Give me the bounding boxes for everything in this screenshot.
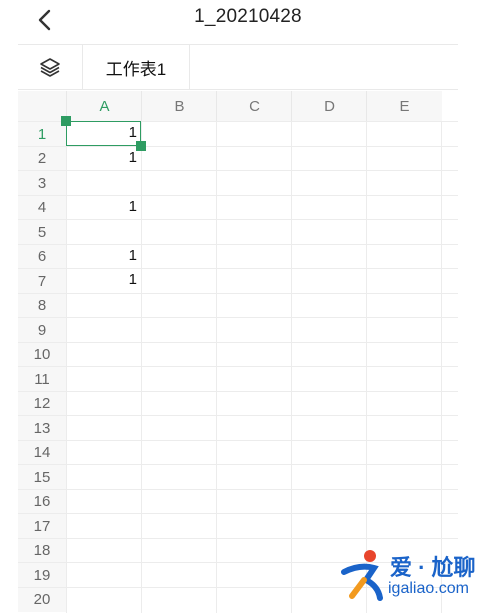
cell-a1[interactable]: 1 [66,121,141,145]
row-header[interactable]: 1 [18,121,66,146]
grid-line [66,390,458,392]
row-header[interactable]: 19 [18,562,66,587]
select-all-corner[interactable] [18,91,66,121]
row-header[interactable]: 12 [18,390,66,416]
cell-a7[interactable]: 1 [66,268,141,292]
column-header-c[interactable]: C [216,91,292,121]
column-header-b[interactable]: B [141,91,217,121]
tab-sheet1[interactable]: 工作表1 [83,45,190,89]
grid-line [66,366,458,367]
row-header[interactable]: 17 [18,513,66,538]
grid-line [66,292,458,294]
row-header[interactable]: 11 [18,366,66,391]
layers-icon [40,58,60,77]
row-header[interactable]: 8 [18,292,66,318]
grid-line [66,415,458,416]
column-header-a[interactable]: A [66,91,142,121]
selection-start-handle[interactable] [61,116,71,126]
grid-line [66,439,458,441]
grid-line [66,537,458,539]
grid-line [66,341,458,343]
grid-line [66,219,458,220]
row-header[interactable]: 5 [18,219,66,244]
cell-a4[interactable]: 1 [66,195,141,219]
grid-line [66,170,458,171]
watermark-url: igaliao.com [388,580,469,597]
grid-line [66,464,458,465]
row-header[interactable]: 13 [18,415,66,440]
row-header[interactable]: 7 [18,268,66,293]
cell-a2[interactable]: 1 [66,146,141,170]
grid-line [66,513,458,514]
column-header-e[interactable]: E [366,91,442,121]
grid-line [66,317,458,318]
row-header[interactable]: 2 [18,145,66,171]
row-header[interactable]: 18 [18,537,66,563]
cell-a6[interactable]: 1 [66,244,141,268]
row-header[interactable]: 16 [18,488,66,514]
row-header[interactable]: 20 [18,586,66,612]
top-bar: 1_20210428 [0,0,496,40]
document-title: 1_20210428 [194,6,302,27]
row-header[interactable]: 3 [18,170,66,195]
watermark-logo: 爱 · 尬聊 igaliao.com [334,544,494,610]
sheet-tab-bar: 工作表1 [18,44,458,90]
row-header[interactable]: 6 [18,243,66,269]
row-header[interactable]: 4 [18,194,66,220]
row-header[interactable]: 15 [18,464,66,489]
selection-end-handle[interactable] [136,141,146,151]
row-header[interactable]: 9 [18,317,66,342]
row-header[interactable]: 10 [18,341,66,367]
watermark-title: 爱 · 尬聊 [390,555,476,580]
runner-logo-icon [341,550,383,601]
spreadsheet-grid[interactable]: A B C D E 1 2 3 4 5 6 7 8 9 10 11 12 13 … [18,91,458,613]
row-header[interactable]: 14 [18,439,66,465]
grid-line [66,488,458,490]
sheet-list-button[interactable] [18,45,83,89]
column-header-d[interactable]: D [291,91,367,121]
